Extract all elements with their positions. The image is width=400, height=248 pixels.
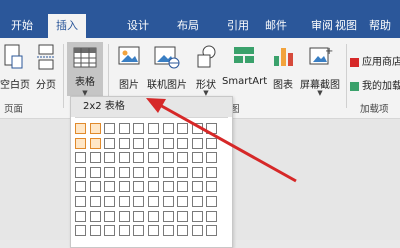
red-arrow-annotation bbox=[146, 98, 297, 183]
